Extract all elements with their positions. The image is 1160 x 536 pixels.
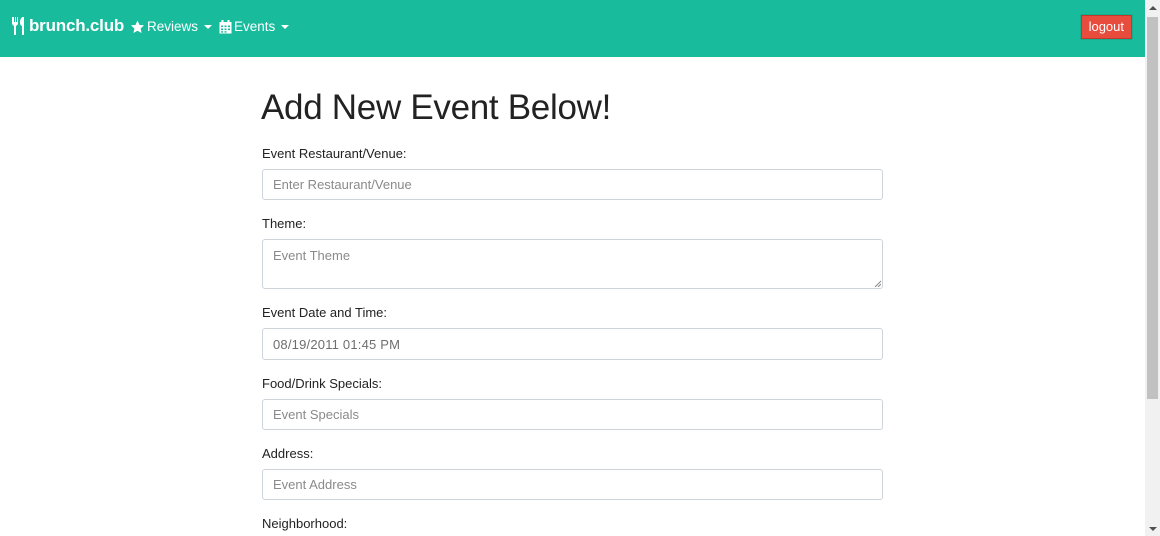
chevron-down-icon bbox=[204, 24, 213, 29]
theme-label: Theme: bbox=[262, 216, 307, 231]
brand-label: brunch.club bbox=[29, 16, 125, 35]
brand-link[interactable]: brunch.club bbox=[11, 16, 124, 36]
nav-reviews-label: Reviews bbox=[147, 19, 199, 34]
logout-button[interactable]: logout bbox=[1080, 15, 1132, 39]
datetime-input[interactable]: 08/19/2011 01:45 PM bbox=[262, 328, 883, 360]
chevron-down-icon bbox=[281, 24, 290, 29]
nav-reviews-dropdown[interactable]: Reviews bbox=[130, 19, 213, 34]
specials-label: Food/Drink Specials: bbox=[262, 376, 382, 391]
neighborhood-label: Neighborhood: bbox=[262, 516, 348, 531]
scroll-thumb[interactable] bbox=[1147, 17, 1158, 399]
datetime-label: Event Date and Time: bbox=[262, 305, 388, 320]
star-icon bbox=[130, 20, 147, 34]
venue-input[interactable] bbox=[262, 169, 883, 200]
address-label: Address: bbox=[262, 446, 314, 461]
address-input[interactable] bbox=[262, 469, 883, 500]
scroll-up-button[interactable] bbox=[1145, 0, 1160, 15]
nav-events-dropdown[interactable]: Events bbox=[219, 19, 290, 34]
theme-field-wrapper bbox=[262, 239, 883, 289]
datetime-value: 08/19/2011 01:45 PM bbox=[273, 336, 401, 352]
utensils-icon bbox=[11, 16, 29, 36]
theme-textarea[interactable] bbox=[262, 239, 883, 289]
resize-handle-icon[interactable] bbox=[874, 280, 881, 287]
page-title: Add New Event Below! bbox=[261, 88, 612, 127]
vertical-scrollbar[interactable] bbox=[1145, 0, 1160, 536]
specials-input[interactable] bbox=[262, 399, 883, 430]
navbar: brunch.club Reviews Events logout bbox=[0, 0, 1145, 57]
nav-events-label: Events bbox=[234, 19, 276, 34]
arrow-down-icon bbox=[1148, 526, 1157, 531]
venue-label: Event Restaurant/Venue: bbox=[262, 146, 407, 161]
scroll-down-button[interactable] bbox=[1145, 521, 1160, 536]
calendar-icon bbox=[219, 19, 234, 34]
page: brunch.club Reviews Events logout Add Ne… bbox=[0, 0, 1160, 536]
arrow-up-icon bbox=[1148, 5, 1157, 10]
